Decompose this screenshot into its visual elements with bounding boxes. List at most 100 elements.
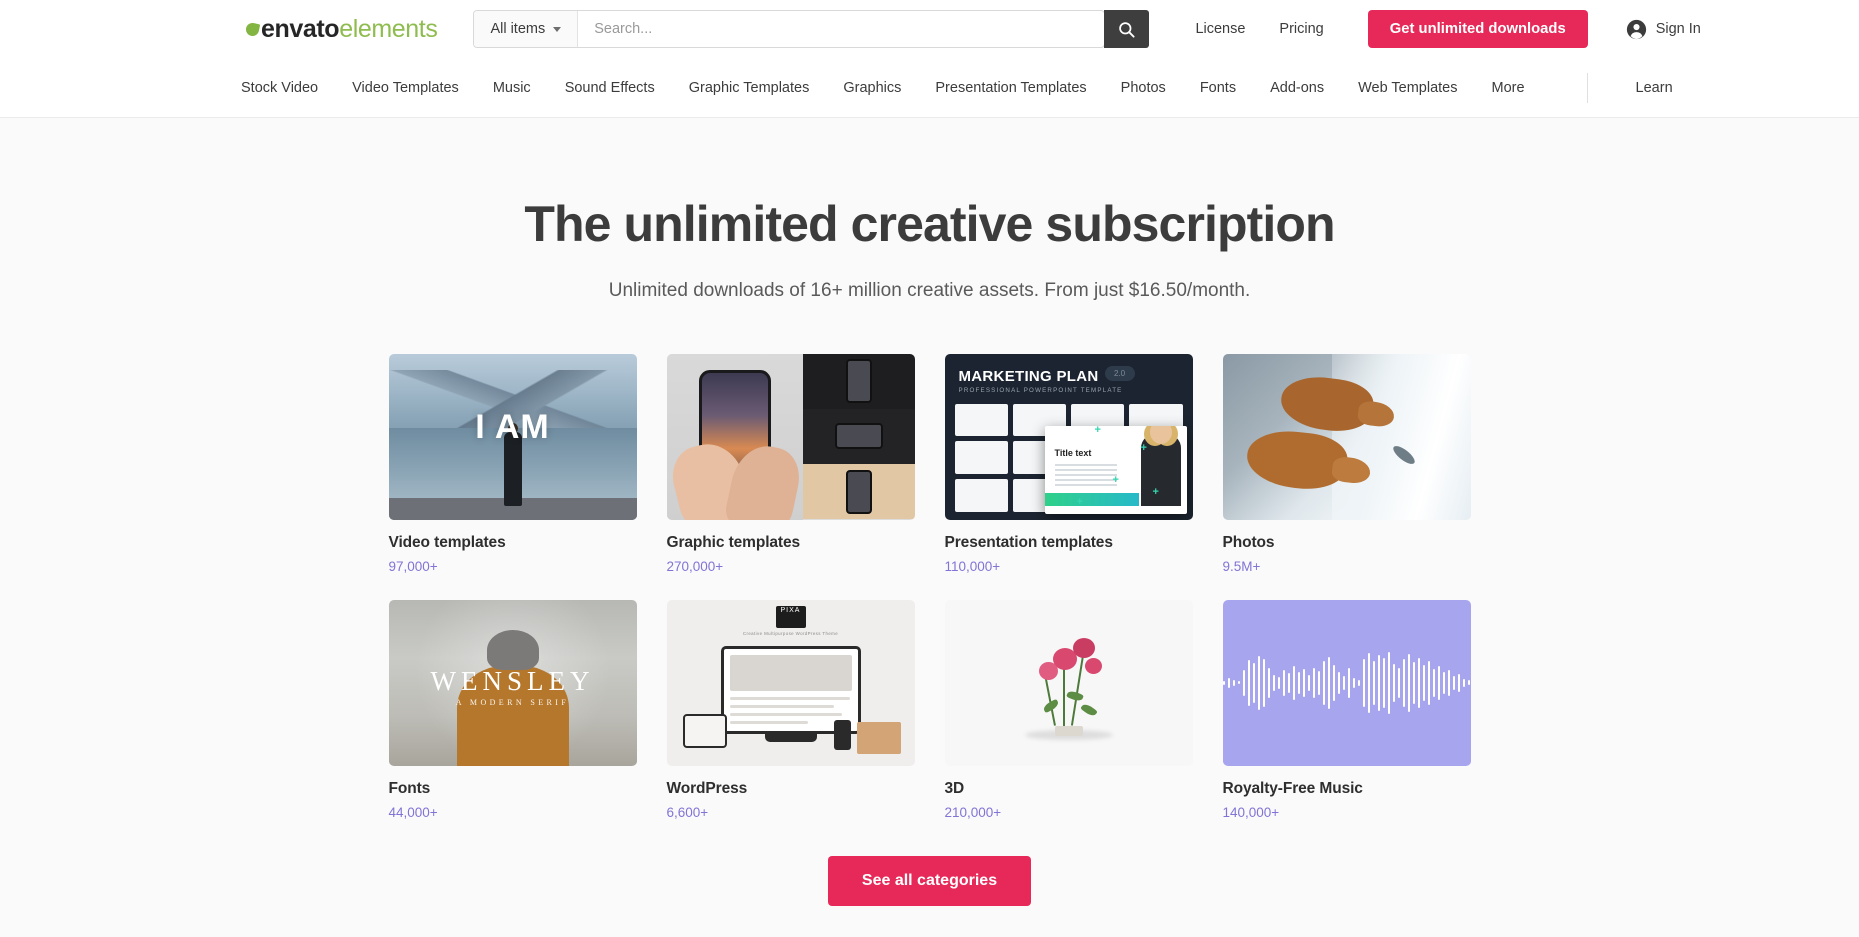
card-count: 97,000+ — [388, 558, 438, 574]
nav-divider — [1586, 72, 1588, 103]
plus-decoration: + — [1112, 473, 1119, 486]
header-link-license[interactable]: License — [1195, 21, 1245, 37]
category-card-3d[interactable]: 3D 210,000+ — [944, 599, 1193, 820]
package-box — [856, 721, 901, 754]
screen-line — [729, 704, 834, 708]
nav-item-graphic-templates[interactable]: Graphic Templates — [689, 80, 810, 96]
search-icon — [1119, 21, 1136, 38]
thumbnail-royalty-free-music — [1222, 599, 1471, 766]
slide-thumb — [954, 478, 1008, 512]
sign-in-button[interactable]: Sign In — [1626, 19, 1701, 40]
search-submit-button[interactable] — [1104, 10, 1150, 48]
chevron-down-icon — [553, 26, 562, 32]
featured-slide-title: Title text — [1054, 447, 1092, 458]
nav-item-learn[interactable]: Learn — [1636, 80, 1673, 96]
nav-item-music[interactable]: Music — [493, 80, 531, 96]
see-all-categories-button[interactable]: See all categories — [827, 855, 1032, 906]
phone-icon — [845, 359, 872, 404]
card-count: 210,000+ — [944, 804, 1002, 820]
slide-thumb — [954, 441, 1008, 474]
mockup-tile-1 — [802, 353, 915, 409]
phone-mockup-main — [666, 353, 805, 520]
category-grid: I AM Video templates 97,000+ Graphic tem… — [388, 353, 1471, 820]
search-input[interactable] — [578, 11, 1105, 47]
card-title: WordPress — [666, 779, 748, 797]
version-badge: 2.0 — [1104, 365, 1135, 381]
flower-shape — [1084, 657, 1102, 674]
mockup-tile-2 — [802, 408, 915, 465]
thumbnail-fonts: WENSLEY A MODERN SERIF — [388, 599, 637, 766]
logo-envato-text: envato — [261, 14, 340, 43]
card-title: Royalty-Free Music — [1222, 779, 1363, 797]
hat-shape — [486, 629, 539, 670]
thumbnail-overlay-title: WENSLEY — [430, 665, 595, 696]
category-card-video-templates[interactable]: I AM Video templates 97,000+ — [388, 353, 637, 574]
audio-waveform-icon — [1222, 640, 1471, 726]
category-card-graphic-templates[interactable]: Graphic templates 270,000+ — [666, 353, 915, 574]
category-card-fonts[interactable]: WENSLEY A MODERN SERIF Fonts 44,000+ — [388, 599, 637, 820]
thumbnail-overlay-text: I AM — [475, 407, 550, 446]
nav-item-add-ons[interactable]: Add-ons — [1270, 80, 1324, 96]
screen-line — [729, 696, 850, 700]
nav-item-presentation-templates[interactable]: Presentation Templates — [935, 80, 1086, 96]
category-card-photos[interactable]: Photos 9.5M+ — [1222, 353, 1471, 574]
get-unlimited-downloads-button[interactable]: Get unlimited downloads — [1367, 10, 1588, 48]
hero-subtitle: Unlimited downloads of 16+ million creat… — [608, 279, 1251, 301]
nav-item-fonts[interactable]: Fonts — [1200, 80, 1236, 96]
leaf-shape — [1041, 698, 1060, 713]
card-title: Graphic templates — [666, 533, 801, 551]
thumbnail-3d — [944, 599, 1193, 766]
category-grid-section: I AM Video templates 97,000+ Graphic tem… — [0, 301, 1859, 820]
phone-icon — [833, 719, 851, 750]
header-link-pricing[interactable]: Pricing — [1279, 21, 1323, 37]
thumbnail-overlay-subtitle: PROFESSIONAL POWERPOINT TEMPLATE — [958, 386, 1123, 394]
mockup-tile-3 — [802, 464, 915, 520]
logo-elements-text: elements — [339, 14, 438, 43]
leaf-shape — [1079, 701, 1098, 718]
thumbnail-overlay-subtitle: Creative Multipurpose WordPress Theme — [742, 630, 839, 636]
phone-icon — [845, 469, 872, 514]
screen-line — [729, 720, 808, 724]
category-card-royalty-free-music[interactable]: Royalty-Free Music 140,000+ — [1222, 599, 1471, 820]
card-count: 44,000+ — [388, 804, 438, 820]
card-title: Photos — [1222, 533, 1275, 551]
plus-decoration: + — [1094, 423, 1101, 436]
slide-thumb — [954, 403, 1008, 437]
card-title: 3D — [944, 779, 965, 797]
card-title: Fonts — [388, 779, 431, 797]
plus-decoration: + — [1076, 495, 1083, 508]
nav-item-video-templates[interactable]: Video Templates — [352, 80, 459, 96]
nav-item-sound-effects[interactable]: Sound Effects — [565, 80, 655, 96]
search-bar: All items — [473, 10, 1106, 48]
nav-item-web-templates[interactable]: Web Templates — [1358, 80, 1457, 96]
screen-hero-block — [729, 654, 852, 691]
account-circle-icon — [1626, 19, 1646, 39]
category-card-wordpress[interactable]: PIXA Creative Multipurpose WordPress The… — [666, 599, 915, 820]
nav-item-list: Stock Video Video Templates Music Sound … — [241, 72, 1673, 103]
featured-slide-body — [1054, 463, 1117, 489]
thumbnail-photos — [1222, 353, 1471, 520]
card-title: Video templates — [388, 533, 506, 551]
nav-item-graphics[interactable]: Graphics — [843, 80, 901, 96]
nav-item-photos[interactable]: Photos — [1121, 80, 1166, 96]
card-title: Presentation templates — [944, 533, 1113, 551]
envato-elements-logo[interactable]: envato elements — [244, 14, 438, 44]
card-count: 9.5M+ — [1222, 558, 1261, 574]
thumbnail-overlay-title: MARKETING PLAN — [958, 367, 1099, 385]
hero-section: The unlimited creative subscription Unli… — [0, 118, 1859, 302]
category-card-presentation-templates[interactable]: MARKETING PLAN PROFESSIONAL POWERPOINT T… — [944, 353, 1193, 574]
thumbnail-presentation-templates: MARKETING PLAN PROFESSIONAL POWERPOINT T… — [944, 353, 1193, 520]
flower-shape — [1038, 661, 1058, 680]
nav-item-more[interactable]: More — [1492, 80, 1525, 96]
leaf-shape — [1065, 688, 1084, 703]
top-header: envatoelements All items License Pricing… — [0, 0, 1859, 58]
card-count: 6,600+ — [666, 804, 709, 820]
search-scope-dropdown[interactable]: All items — [474, 11, 579, 47]
thumbnail-overlay-title: PIXA — [775, 605, 806, 628]
thumbnail-overlay-subtitle: A MODERN SERIF — [455, 697, 570, 707]
screen-line — [729, 712, 842, 716]
thumbnail-video-templates: I AM — [388, 353, 637, 520]
phone-mockup-strip — [802, 353, 915, 520]
nav-item-stock-video[interactable]: Stock Video — [241, 80, 318, 96]
page-root: envatoelements All items License Pricing… — [0, 0, 1859, 937]
